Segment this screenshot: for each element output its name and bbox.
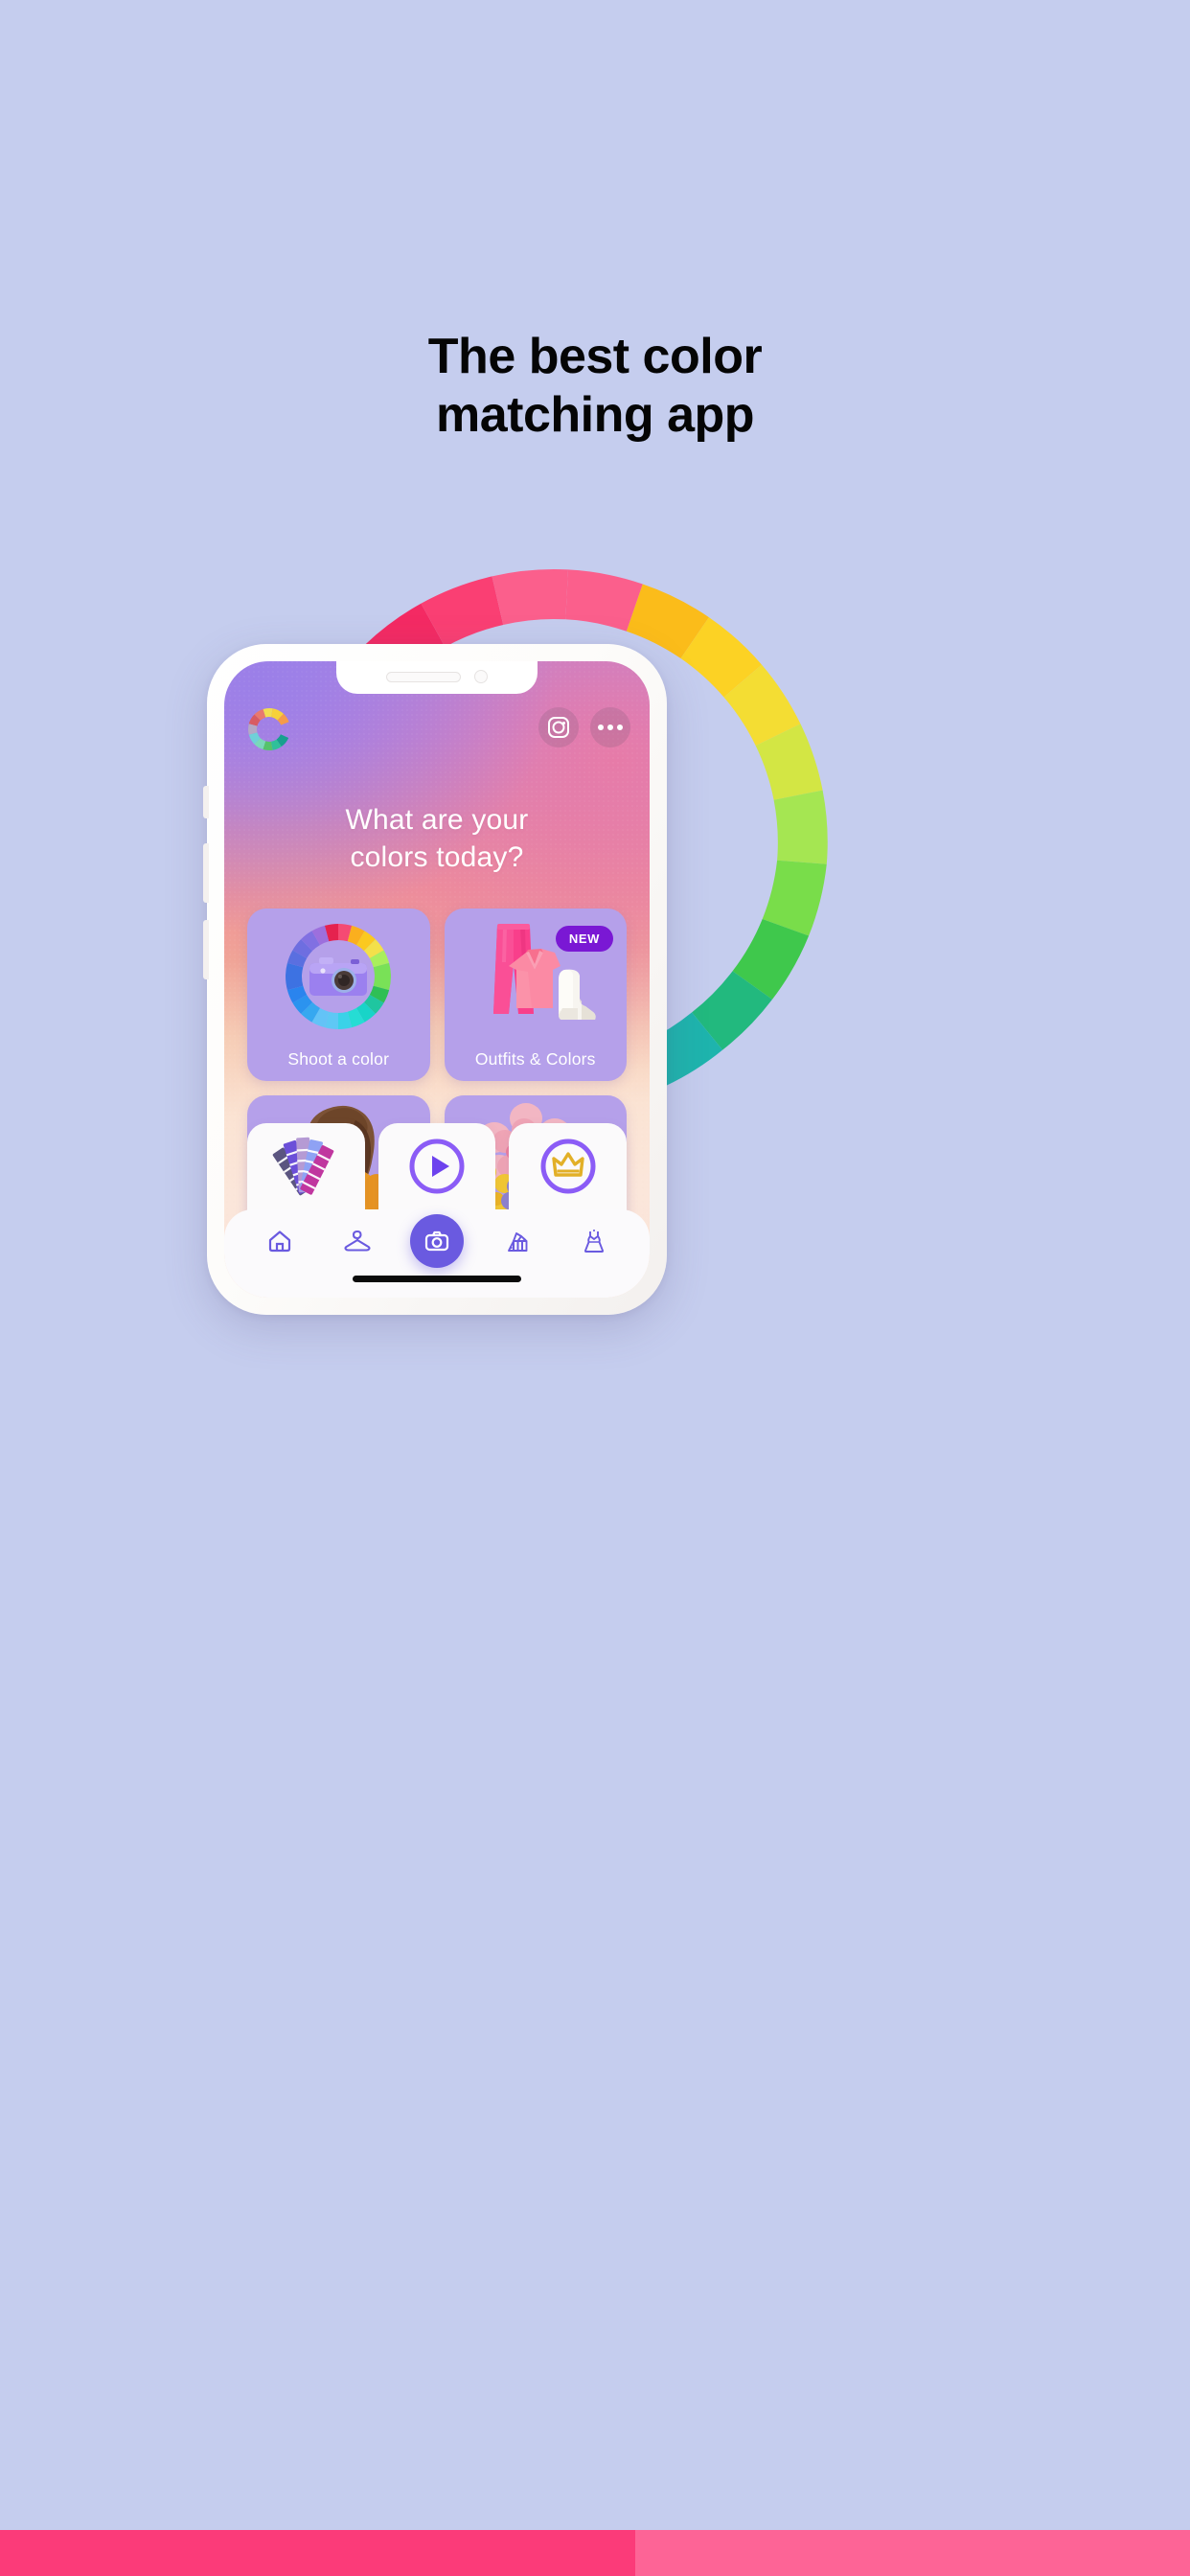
card-outfits-and-colors[interactable]: NEW Outfits & Colors xyxy=(444,908,627,1081)
promo-screenshot: The best color matching app What are you… xyxy=(0,0,1190,2576)
hero-line-1: What are your xyxy=(345,804,529,836)
headline-line-1: The best color xyxy=(427,329,763,384)
card-shoot-a-color[interactable]: Shoot a color xyxy=(247,908,430,1081)
phone-mockup: What are your colors today? Shoot a colo… xyxy=(203,644,983,1315)
tab-items xyxy=(224,1214,650,1268)
app-header xyxy=(224,700,650,755)
bottom-strip-right xyxy=(635,2530,1190,2576)
hero-question: What are your colors today? xyxy=(224,801,650,876)
swatch-fan-icon xyxy=(247,1131,365,1202)
phone-frame: What are your colors today? Shoot a colo… xyxy=(203,644,667,1315)
instagram-icon xyxy=(548,717,569,738)
home-indicator xyxy=(353,1276,521,1282)
headline-line-2: matching app xyxy=(435,387,755,444)
color-wheel-camera-art xyxy=(247,914,430,1039)
tab-camera[interactable] xyxy=(409,1214,464,1268)
dress-icon xyxy=(584,1230,604,1253)
tab-outfits[interactable] xyxy=(569,1216,619,1266)
tab-palettes[interactable] xyxy=(492,1216,541,1266)
tab-home[interactable] xyxy=(255,1216,305,1266)
hanger-icon xyxy=(344,1230,371,1252)
volume-down-button[interactable] xyxy=(203,920,209,979)
play-circle-icon xyxy=(378,1131,496,1202)
instagram-button[interactable] xyxy=(538,707,579,748)
speaker-slot xyxy=(386,671,461,682)
bottom-strip-left xyxy=(0,2530,635,2576)
front-camera xyxy=(474,670,488,683)
card-label: Outfits & Colors xyxy=(474,1049,596,1069)
app-screen: What are your colors today? Shoot a colo… xyxy=(224,661,650,1298)
home-icon xyxy=(269,1230,291,1253)
tab-wardrobe[interactable] xyxy=(332,1216,382,1266)
camera-icon xyxy=(424,1230,449,1252)
more-button[interactable] xyxy=(590,707,630,748)
card-label: Shoot a color xyxy=(287,1049,390,1069)
bottom-navigation xyxy=(224,1209,650,1298)
volume-up-button[interactable] xyxy=(203,843,209,903)
colorwheel-c-logo xyxy=(245,705,293,753)
status-badge: NEW xyxy=(555,926,613,952)
phone-notch xyxy=(336,661,538,694)
hero-line-2: colors today? xyxy=(350,841,524,873)
header-buttons xyxy=(538,707,630,748)
palette-fan-icon xyxy=(507,1232,528,1252)
crown-circle-icon xyxy=(509,1131,627,1202)
more-dots-icon xyxy=(598,724,623,730)
page-title: The best color matching app xyxy=(0,328,1190,446)
mute-switch[interactable] xyxy=(203,786,209,818)
